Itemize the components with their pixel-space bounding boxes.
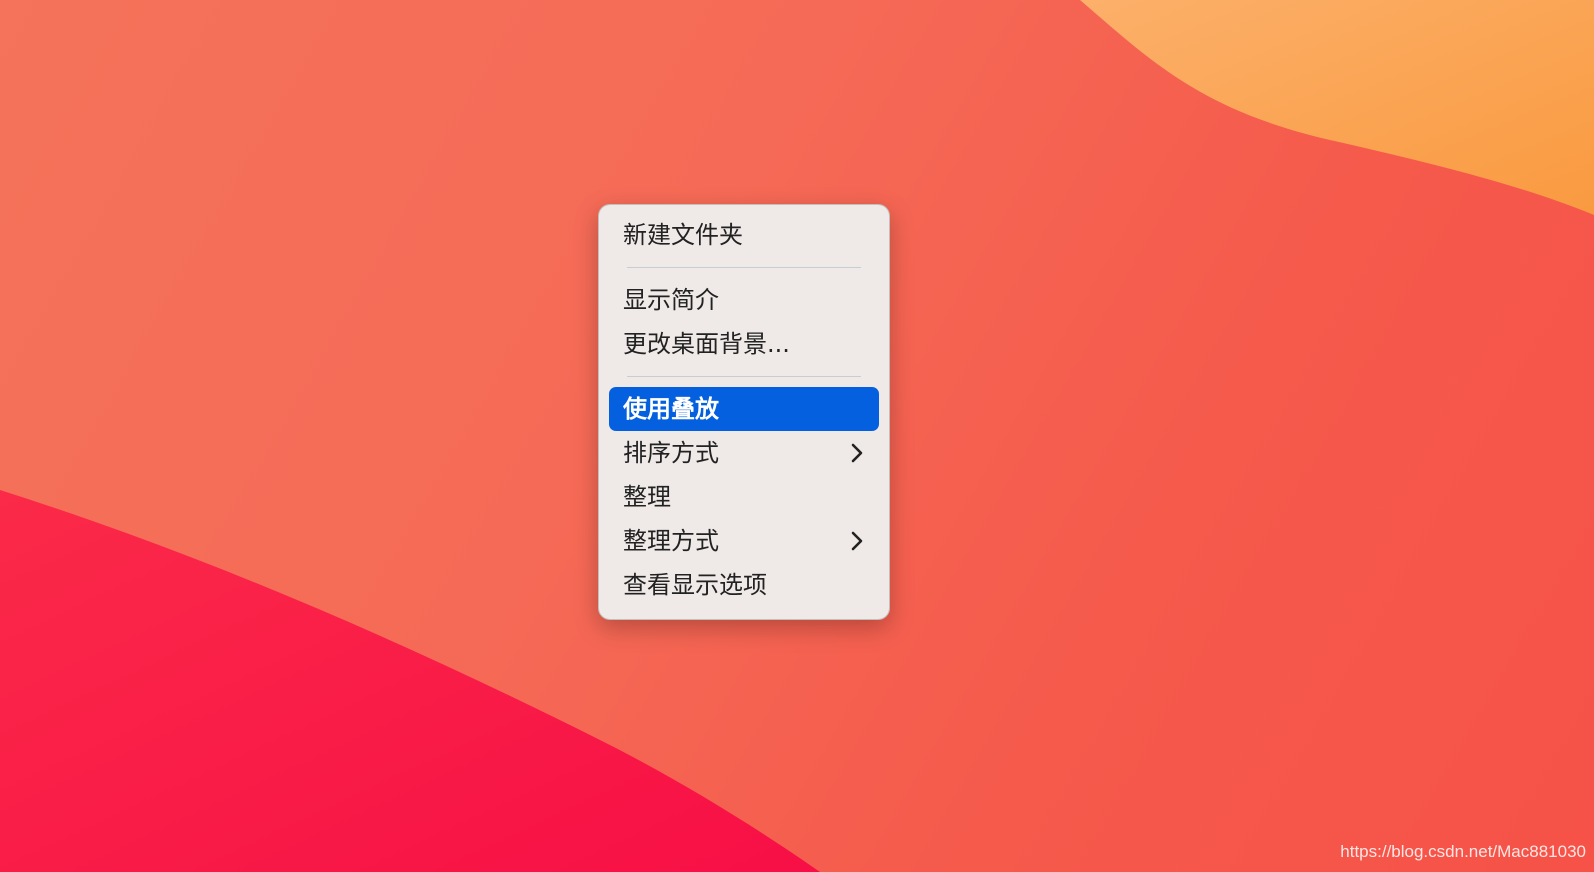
desktop-wallpaper[interactable]: 新建文件夹 显示简介 更改桌面背景... 使用叠放 排序方式 整理 整理方式 查… xyxy=(0,0,1594,872)
menu-item-label: 使用叠放 xyxy=(623,395,719,423)
menu-item-label: 整理 xyxy=(623,483,671,511)
menu-item-label: 排序方式 xyxy=(623,439,719,467)
menu-item-label: 查看显示选项 xyxy=(623,571,767,599)
menu-item-show-view-options[interactable]: 查看显示选项 xyxy=(609,563,879,607)
menu-item-change-desktop-background[interactable]: 更改桌面背景... xyxy=(609,322,879,366)
menu-item-new-folder[interactable]: 新建文件夹 xyxy=(609,213,879,257)
menu-item-label: 新建文件夹 xyxy=(623,221,743,249)
menu-item-label: 更改桌面背景... xyxy=(623,330,790,358)
menu-item-sort-by[interactable]: 排序方式 xyxy=(609,431,879,475)
watermark-text: https://blog.csdn.net/Mac881030 xyxy=(1340,842,1586,861)
menu-item-clean-up-by[interactable]: 整理方式 xyxy=(609,519,879,563)
menu-item-label: 整理方式 xyxy=(623,527,719,555)
menu-item-get-info[interactable]: 显示简介 xyxy=(609,278,879,322)
menu-separator xyxy=(627,376,861,377)
menu-item-use-stacks[interactable]: 使用叠放 xyxy=(609,387,879,431)
menu-item-label: 显示简介 xyxy=(623,286,719,314)
chevron-right-icon xyxy=(847,519,867,563)
chevron-right-icon xyxy=(847,431,867,475)
menu-separator xyxy=(627,267,861,268)
desktop-context-menu: 新建文件夹 显示简介 更改桌面背景... 使用叠放 排序方式 整理 整理方式 查… xyxy=(598,204,890,620)
wallpaper-orange-wave xyxy=(1080,0,1594,215)
menu-item-clean-up[interactable]: 整理 xyxy=(609,475,879,519)
